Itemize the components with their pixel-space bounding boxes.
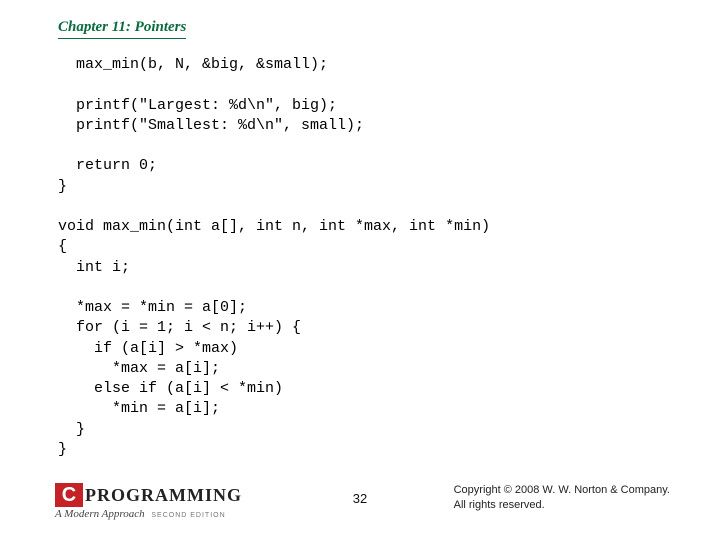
chapter-heading: Chapter 11: Pointers: [58, 19, 186, 39]
code-block: max_min(b, N, &big, &small); printf("Lar…: [58, 55, 670, 460]
copyright: Copyright © 2008 W. W. Norton & Company.…: [454, 483, 670, 512]
slide: Chapter 11: Pointers max_min(b, N, &big,…: [0, 0, 720, 540]
copyright-line-2: All rights reserved.: [454, 499, 545, 511]
footer: C PROGRAMMING A Modern Approach SECOND E…: [0, 470, 720, 520]
logo-edition: SECOND EDITION: [151, 512, 225, 519]
logo-subtitle-text: A Modern Approach: [55, 508, 145, 520]
copyright-line-1: Copyright © 2008 W. W. Norton & Company.: [454, 484, 670, 496]
logo-subtitle: A Modern Approach SECOND EDITION: [55, 508, 242, 520]
